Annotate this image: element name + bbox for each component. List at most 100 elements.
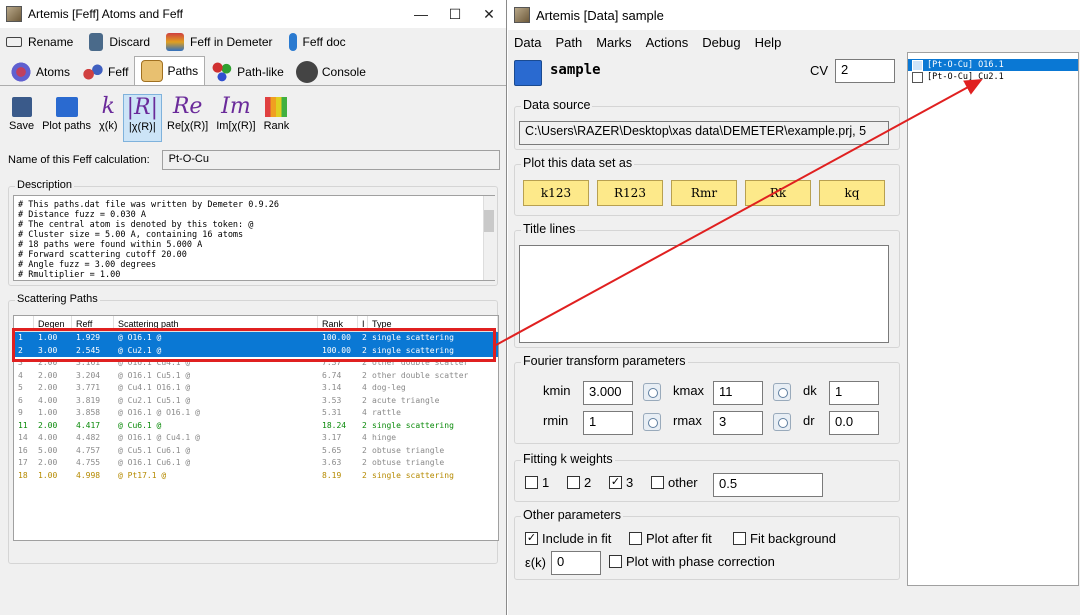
scattering-paths-label: Scattering Paths [15, 293, 100, 305]
kmin-pick-icon[interactable] [643, 383, 661, 401]
close-icon[interactable]: ✕ [472, 6, 506, 23]
path-cell-reff: 4.482 [76, 433, 101, 442]
path-cell-path: @ Cu2.1 Cu5.1 @ [118, 395, 191, 405]
menu-path[interactable]: Path [555, 35, 582, 50]
kmin-field[interactable]: 3.000 [583, 381, 633, 405]
tab-paths[interactable]: Paths [134, 56, 206, 85]
path-cell-degen: 4.00 [38, 433, 58, 442]
include-in-fit-checkbox[interactable]: ✓ Include in fit [525, 531, 611, 546]
path-cell-reff: 3.771 [76, 383, 101, 392]
plot-rmr-button[interactable]: Rmr [671, 180, 737, 206]
menu-help[interactable]: Help [755, 35, 782, 50]
path-list-item[interactable]: [Pt-O-Cu] O16.1 [908, 59, 1078, 71]
feff-doc-button[interactable]: Feff doc [288, 33, 346, 51]
plot-after-fit-checkbox[interactable]: Plot after fit [629, 531, 712, 546]
plot-chi-r-re-button[interactable]: Re Re[χ(R)] [164, 94, 211, 142]
fit-background-checkbox[interactable]: Fit background [733, 531, 836, 546]
dr-field[interactable]: 0.0 [829, 411, 879, 435]
path-cell-type: dog-leg [372, 383, 406, 392]
feff-name-field[interactable]: Pt-O-Cu [161, 150, 500, 170]
cv-field[interactable]: 2 [835, 59, 895, 83]
table-row[interactable]: 11 2.00 4.417 @ Cu6.1 @ 18.24 2 single scatter… [14, 420, 498, 433]
tab-feff[interactable]: Feff [76, 59, 134, 85]
path-cell-path: @ O16.1 Cu6.1 @ [118, 458, 191, 467]
feff-in-demeter-button[interactable]: Feff in Demeter [166, 33, 273, 51]
atoms-icon [10, 61, 32, 83]
path-cell-path: @ Cu5.1 Cu6.1 @ [118, 445, 191, 455]
kw-other-checkbox[interactable]: other [651, 475, 698, 490]
plot-data-icon[interactable] [514, 60, 542, 86]
feff-tabs: Atoms Feff Paths Path-like Console [0, 56, 506, 86]
plot-chi-r-im-button[interactable]: Im Im[χ(R)] [213, 94, 258, 142]
menu-bar: Data Path Marks Actions Debug Help [508, 30, 1080, 54]
path-cell-i: 2 [362, 470, 367, 480]
epsilon-field[interactable]: 0 [551, 551, 601, 575]
discard-button[interactable]: Discard [89, 33, 150, 51]
tab-path-like[interactable]: Path-like [205, 59, 290, 85]
rename-button[interactable]: Rename [6, 35, 73, 49]
rank-button[interactable]: Rank [261, 94, 293, 142]
path-cell-i: 2 [362, 445, 367, 455]
kw-other-field[interactable]: 0.5 [713, 473, 823, 497]
data-source-field[interactable]: C:\Users\RAZER\Desktop\xas data\DEMETER\… [519, 121, 889, 145]
menu-data[interactable]: Data [514, 35, 541, 50]
save-button[interactable]: Save [6, 94, 37, 142]
minimize-icon[interactable]: — [404, 6, 438, 23]
feff-titlebar: Artemis [Feff] Atoms and Feff — ☐ ✕ [0, 0, 506, 28]
path-cell-reff: 3.819 [76, 395, 101, 405]
save-icon [11, 94, 32, 120]
menu-actions[interactable]: Actions [646, 35, 689, 50]
kw-1-checkbox[interactable]: 1 [525, 475, 549, 490]
kmax-pick-icon[interactable] [773, 383, 791, 401]
table-row[interactable]: 16 5.00 4.757 @ Cu5.1 Cu6.1 @ 5.65 2 obtuse tr… [14, 445, 498, 458]
rmax-pick-icon[interactable] [773, 413, 791, 431]
description-scrollbar[interactable] [483, 196, 495, 280]
table-row[interactable]: 4 2.00 3.204 @ O16.1 Cu5.1 @ 6.74 2 other doub… [14, 370, 498, 383]
plot-rk-button[interactable]: Rk [745, 180, 811, 206]
plot-r123-button[interactable]: R123 [597, 180, 663, 206]
tab-console[interactable]: Console [290, 59, 372, 85]
path-list-item[interactable]: [Pt-O-Cu] Cu2.1 [908, 71, 1078, 83]
books-icon [166, 33, 185, 51]
checkbox-box[interactable] [912, 71, 923, 83]
maximize-icon[interactable]: ☐ [438, 6, 472, 23]
plot-toolbar: Save Plot paths k χ(k) |R| |χ(R)| Re Re[χ(R… [0, 88, 506, 142]
path-cell-i: 2 [362, 458, 367, 467]
rmin-pick-icon[interactable] [643, 413, 661, 431]
table-row[interactable]: 5 2.00 3.771 @ Cu4.1 O16.1 @ 3.14 4 dog-leg [14, 382, 498, 395]
dk-field[interactable]: 1 [829, 381, 879, 405]
rmin-field[interactable]: 1 [583, 411, 633, 435]
plot-paths-button[interactable]: Plot paths [39, 94, 94, 142]
tab-atoms[interactable]: Atoms [4, 59, 76, 85]
rmax-field[interactable]: 3 [713, 411, 763, 435]
plot-kq-button[interactable]: kq [819, 180, 885, 206]
description-text[interactable]: # This paths.dat file was written by Dem… [13, 195, 495, 281]
plot-chi-r-mag-button[interactable]: |R| |χ(R)| [122, 94, 162, 142]
path-cell-i: 2 [362, 395, 367, 405]
feff-name-label: Name of this Feff calculation: [8, 154, 150, 166]
table-row[interactable]: 17 2.00 4.755 @ O16.1 Cu6.1 @ 3.63 2 obtuse tr… [14, 457, 498, 470]
plot-k123-button[interactable]: k123 [523, 180, 589, 206]
table-row[interactable]: 6 4.00 3.819 @ Cu2.1 Cu5.1 @ 3.53 2 acute tria… [14, 395, 498, 408]
checkbox-box [609, 555, 622, 568]
kw-3-checkbox[interactable]: ✓ 3 [609, 475, 633, 490]
plot-chi-k-button[interactable]: k χ(k) [96, 94, 121, 142]
menu-marks[interactable]: Marks [596, 35, 631, 50]
path-cell-n: 5 [18, 383, 23, 392]
highlight-box [12, 328, 496, 362]
table-row[interactable]: 14 4.00 4.482 @ O16.1 @ Cu4.1 @ 3.17 4 hinge [14, 432, 498, 445]
rename-icon [6, 37, 22, 47]
path-cell-n: 4 [18, 370, 23, 380]
title-lines-field[interactable] [519, 245, 889, 343]
path-cell-reff: 4.755 [76, 458, 101, 467]
checkbox-box [629, 532, 642, 545]
path-cell-reff: 3.858 [76, 408, 101, 417]
kw-2-checkbox[interactable]: 2 [567, 475, 591, 490]
table-row[interactable]: 18 1.00 4.998 @ Pt17.1 @ 8.19 2 single scatter… [14, 470, 498, 483]
path-cell-reff: 4.757 [76, 445, 101, 455]
phase-correction-checkbox[interactable]: Plot with phase correction [609, 554, 775, 569]
checkbox-box[interactable] [912, 59, 923, 71]
menu-debug[interactable]: Debug [702, 35, 740, 50]
table-row[interactable]: 9 1.00 3.858 @ O16.1 @ O16.1 @ 5.31 4 rattle [14, 407, 498, 420]
kmax-field[interactable]: 11 [713, 381, 763, 405]
